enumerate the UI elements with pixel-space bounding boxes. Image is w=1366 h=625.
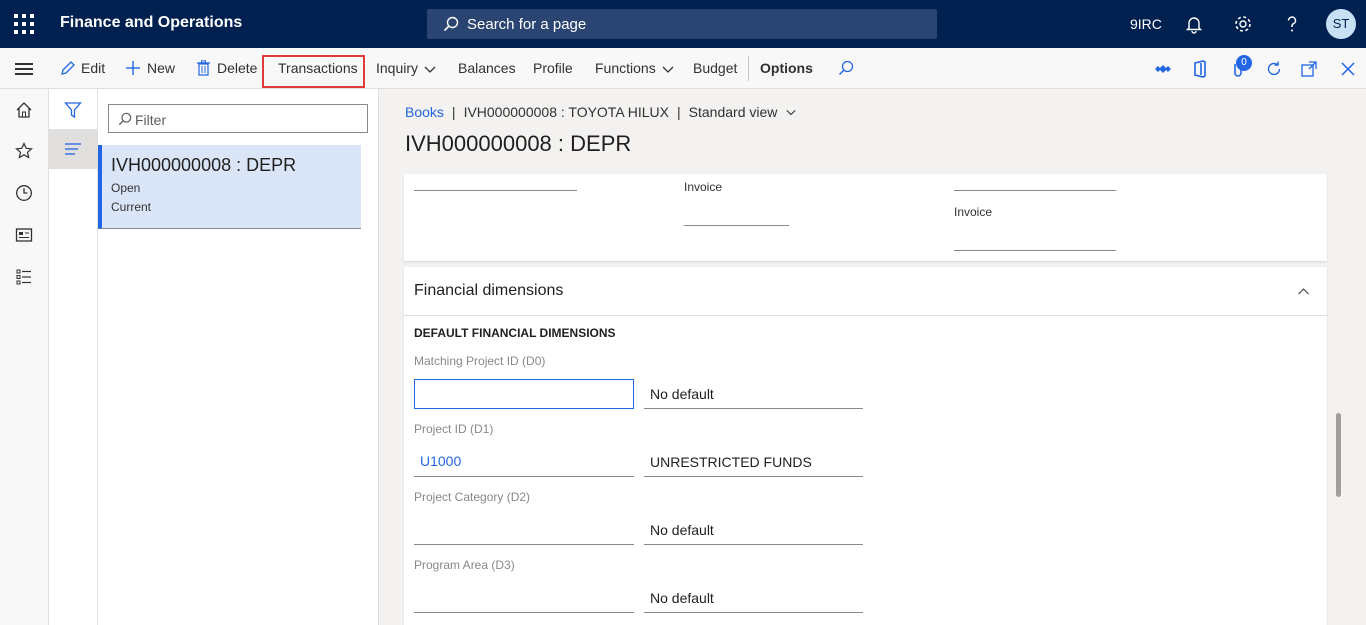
list-view-toggle[interactable] xyxy=(49,129,97,169)
edit-button[interactable]: Edit xyxy=(60,48,105,89)
list-pane-toolbar xyxy=(49,89,98,625)
tab-options[interactable]: Options xyxy=(760,48,813,89)
view-selector[interactable]: Standard view xyxy=(689,104,798,120)
breadcrumb-separator: | xyxy=(451,104,456,120)
functions-label: Functions xyxy=(595,60,656,76)
workspaces-icon[interactable] xyxy=(15,226,33,244)
list-item[interactable]: IVH000000008 : DEPR Open Current xyxy=(98,145,361,229)
field-underline[interactable] xyxy=(954,190,1116,191)
invoice-field-a[interactable] xyxy=(684,225,789,226)
tab-balances[interactable]: Balances xyxy=(458,48,516,89)
home-icon[interactable] xyxy=(15,101,33,119)
dimension-description-d3: No default xyxy=(644,583,863,613)
filter-placeholder: Filter xyxy=(135,112,167,128)
dimension-label-d0: Matching Project ID (D0) xyxy=(414,354,546,368)
section-divider xyxy=(404,315,1327,316)
page-title: IVH000000008 : DEPR xyxy=(405,131,632,156)
list-item-title: IVH000000008 : DEPR xyxy=(111,155,297,175)
vertical-scrollbar[interactable] xyxy=(1336,413,1341,497)
field-underline[interactable] xyxy=(414,190,577,191)
invoice-label: Invoice xyxy=(954,205,993,219)
new-button[interactable]: New xyxy=(125,48,175,89)
view-selector-label: Standard view xyxy=(688,104,778,120)
dimension-description-d0: No default xyxy=(644,379,863,409)
tab-budget[interactable]: Budget xyxy=(693,48,737,89)
dimension-label-d2: Project Category (D2) xyxy=(414,490,531,504)
section-title[interactable]: Financial dimensions xyxy=(414,282,563,300)
list-item-type: Current xyxy=(111,200,152,214)
invoice-field-b[interactable] xyxy=(954,250,1116,251)
page-search-box[interactable]: Search for a page xyxy=(427,9,937,39)
action-separator xyxy=(748,56,749,81)
chevron-down-icon xyxy=(786,109,796,116)
trash-icon xyxy=(197,60,210,76)
avatar[interactable]: ST xyxy=(1326,9,1356,39)
tab-functions[interactable]: Functions xyxy=(595,48,674,89)
chevron-down-icon xyxy=(662,66,674,73)
project-category-input[interactable] xyxy=(414,515,634,545)
search-icon xyxy=(118,112,132,126)
dimension-description-text: UNRESTRICTED FUNDS xyxy=(650,454,812,470)
tab-profile[interactable]: Profile xyxy=(533,48,573,89)
lines-icon xyxy=(65,143,81,155)
invoice-label: Invoice xyxy=(684,180,723,194)
dimension-description-text: No default xyxy=(650,386,714,402)
delete-button[interactable]: Delete xyxy=(196,48,257,89)
general-fasttab-card xyxy=(404,174,1327,261)
group-title: DEFAULT FINANCIAL DIMENSIONS xyxy=(414,326,616,340)
filter-icon[interactable] xyxy=(64,101,82,119)
chevron-down-icon xyxy=(424,66,436,73)
pencil-icon xyxy=(61,61,75,75)
filter-input[interactable]: Filter xyxy=(108,104,368,133)
dimension-description-d1: UNRESTRICTED FUNDS xyxy=(644,447,863,477)
navigation-rail xyxy=(0,89,49,625)
search-placeholder: Search for a page xyxy=(467,16,587,33)
transactions-highlight-box xyxy=(262,55,365,88)
dimension-label-d1: Project ID (D1) xyxy=(414,422,494,436)
gear-icon[interactable] xyxy=(1233,14,1253,34)
search-icon xyxy=(443,16,459,32)
dimension-value-d1[interactable]: U1000 xyxy=(420,453,461,469)
close-icon[interactable] xyxy=(1339,60,1357,78)
clock-icon[interactable] xyxy=(15,184,33,202)
dimension-label-d3: Program Area (D3) xyxy=(414,558,515,572)
list-item-status: Open xyxy=(111,181,141,195)
breadcrumb: Books | IVH000000008 : TOYOTA HILUX | Standa… xyxy=(405,104,797,120)
new-label: New xyxy=(147,60,176,76)
project-id-input[interactable]: U1000 xyxy=(414,447,634,477)
breadcrumb-books-link[interactable]: Books xyxy=(405,104,444,120)
plus-icon xyxy=(126,61,140,75)
open-new-window-icon[interactable] xyxy=(1300,60,1318,78)
dimension-description-text: No default xyxy=(650,590,714,606)
breadcrumb-asset: IVH000000008 : TOYOTA HILUX xyxy=(463,104,670,120)
bell-icon[interactable] xyxy=(1184,14,1204,34)
matching-project-id-input[interactable] xyxy=(414,379,634,409)
program-area-input[interactable] xyxy=(414,583,634,613)
tab-inquiry[interactable]: Inquiry xyxy=(376,48,436,89)
dimension-description-d2: No default xyxy=(644,515,863,545)
app-title[interactable]: Finance and Operations xyxy=(60,14,242,32)
dimension-description-text: No default xyxy=(650,522,714,538)
star-icon[interactable] xyxy=(15,142,33,160)
inquiry-label: Inquiry xyxy=(376,60,419,76)
breadcrumb-separator: | xyxy=(677,104,681,120)
company-picker[interactable]: 9IRC xyxy=(1130,16,1162,32)
refresh-icon[interactable] xyxy=(1265,60,1283,78)
office-icon[interactable] xyxy=(1191,60,1209,78)
modules-list-icon[interactable] xyxy=(15,268,33,286)
financial-dimensions-fasttab xyxy=(404,267,1327,625)
hamburger-menu-icon[interactable] xyxy=(15,63,33,75)
edit-label: Edit xyxy=(81,60,106,76)
top-navigation-bar: Finance and Operations Search for a page… xyxy=(0,0,1366,48)
waffle-icon[interactable] xyxy=(14,14,34,34)
search-icon[interactable] xyxy=(838,60,854,76)
attachment-count-badge: 0 xyxy=(1236,55,1252,71)
chevron-up-icon[interactable] xyxy=(1297,286,1310,296)
diamond-icon[interactable] xyxy=(1154,60,1172,78)
delete-label: Delete xyxy=(217,60,258,76)
help-icon[interactable] xyxy=(1282,14,1302,34)
